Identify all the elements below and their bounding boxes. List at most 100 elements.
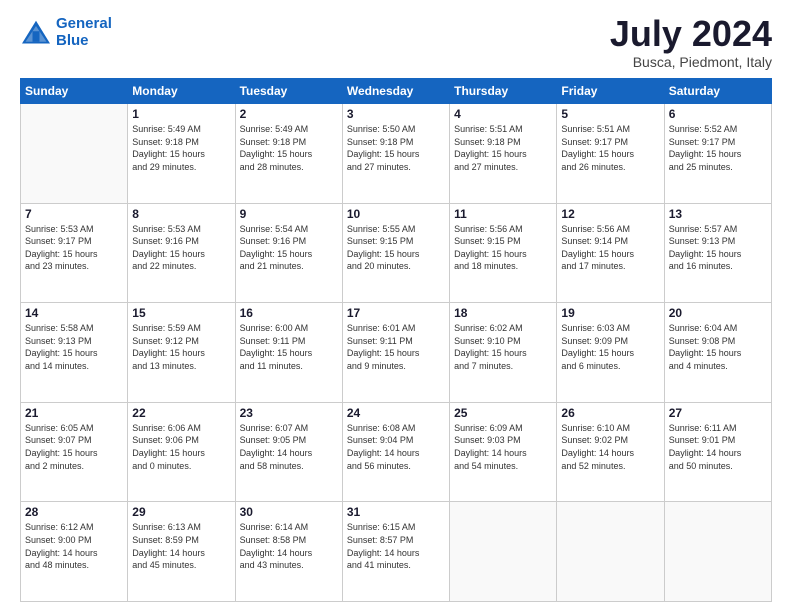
- day-header-thursday: Thursday: [450, 79, 557, 104]
- calendar-cell: 19Sunrise: 6:03 AM Sunset: 9:09 PM Dayli…: [557, 303, 664, 403]
- calendar-cell: 6 Sunrise: 5:52 AM Sunset: 9:17 PM Daylig…: [664, 104, 771, 204]
- calendar-cell: [450, 502, 557, 602]
- location: Busca, Piedmont, Italy: [610, 54, 772, 70]
- day-header-tuesday: Tuesday: [235, 79, 342, 104]
- logo-icon: [20, 19, 52, 47]
- calendar-cell: 1 Sunrise: 5:49 AM Sunset: 9:18 PM Daylig…: [128, 104, 235, 204]
- day-number: 22: [132, 406, 230, 420]
- day-number: 19: [561, 306, 659, 320]
- day-number: 20: [669, 306, 767, 320]
- day-number: 25: [454, 406, 552, 420]
- calendar-cell: 24 Sunrise: 6:08 AM Sunset: 9:04 PM Dayli…: [342, 402, 449, 502]
- day-number: 27: [669, 406, 767, 420]
- calendar-cell: 12 Sunrise: 5:56 AM Sunset: 9:14 PM Dayli…: [557, 203, 664, 303]
- title-block: July 2024 Busca, Piedmont, Italy: [610, 16, 772, 70]
- cell-info: Sunrise: 5:54 AM Sunset: 9:16 PM Dayligh…: [240, 223, 338, 273]
- calendar-cell: 28 Sunrise: 6:12 AM Sunset: 9:00 PM Dayli…: [21, 502, 128, 602]
- cell-info: Sunrise: 5:56 AM Sunset: 9:14 PM Dayligh…: [561, 223, 659, 273]
- calendar-cell: [557, 502, 664, 602]
- calendar-cell: 3Sunrise: 5:50 AM Sunset: 9:18 PM Daylig…: [342, 104, 449, 204]
- cell-info: Sunrise: 6:01 AM Sunset: 9:11 PM Dayligh…: [347, 322, 445, 372]
- cell-info: Sunrise: 5:55 AM Sunset: 9:15 PM Dayligh…: [347, 223, 445, 273]
- cell-info: Sunrise: 5:59 AM Sunset: 9:12 PM Dayligh…: [132, 322, 230, 372]
- day-header-monday: Monday: [128, 79, 235, 104]
- calendar-cell: 8 Sunrise: 5:53 AM Sunset: 9:16 PM Daylig…: [128, 203, 235, 303]
- day-number: 23: [240, 406, 338, 420]
- cell-info: Sunrise: 5:53 AM Sunset: 9:17 PM Dayligh…: [25, 223, 123, 273]
- calendar-week-row: 14Sunrise: 5:58 AM Sunset: 9:13 PM Dayli…: [21, 303, 772, 403]
- logo-line1: General: [56, 15, 112, 32]
- calendar-week-row: 7 Sunrise: 5:53 AM Sunset: 9:17 PM Daylig…: [21, 203, 772, 303]
- calendar-cell: 2Sunrise: 5:49 AM Sunset: 9:18 PM Daylig…: [235, 104, 342, 204]
- day-number: 15: [132, 306, 230, 320]
- logo: General Blue: [20, 16, 112, 49]
- day-number: 7: [25, 207, 123, 221]
- day-number: 8: [132, 207, 230, 221]
- calendar-cell: 25 Sunrise: 6:09 AM Sunset: 9:03 PM Dayli…: [450, 402, 557, 502]
- calendar-week-row: 21Sunrise: 6:05 AM Sunset: 9:07 PM Dayli…: [21, 402, 772, 502]
- day-number: 13: [669, 207, 767, 221]
- calendar-cell: 20 Sunrise: 6:04 AM Sunset: 9:08 PM Dayli…: [664, 303, 771, 403]
- day-number: 11: [454, 207, 552, 221]
- day-number: 4: [454, 107, 552, 121]
- calendar-cell: 21Sunrise: 6:05 AM Sunset: 9:07 PM Dayli…: [21, 402, 128, 502]
- cell-info: Sunrise: 6:08 AM Sunset: 9:04 PM Dayligh…: [347, 422, 445, 472]
- calendar-week-row: 1 Sunrise: 5:49 AM Sunset: 9:18 PM Daylig…: [21, 104, 772, 204]
- calendar-cell: 10 Sunrise: 5:55 AM Sunset: 9:15 PM Dayli…: [342, 203, 449, 303]
- calendar-cell: 9 Sunrise: 5:54 AM Sunset: 9:16 PM Daylig…: [235, 203, 342, 303]
- calendar-cell: 23 Sunrise: 6:07 AM Sunset: 9:05 PM Dayli…: [235, 402, 342, 502]
- calendar-week-row: 28 Sunrise: 6:12 AM Sunset: 9:00 PM Dayli…: [21, 502, 772, 602]
- header: General Blue July 2024 Busca, Piedmont, …: [20, 16, 772, 70]
- day-number: 28: [25, 505, 123, 519]
- calendar-cell: 16Sunrise: 6:00 AM Sunset: 9:11 PM Dayli…: [235, 303, 342, 403]
- day-number: 5: [561, 107, 659, 121]
- cell-info: Sunrise: 5:49 AM Sunset: 9:18 PM Dayligh…: [132, 123, 230, 173]
- cell-info: Sunrise: 6:15 AM Sunset: 8:57 PM Dayligh…: [347, 521, 445, 571]
- page: General Blue July 2024 Busca, Piedmont, …: [0, 0, 792, 612]
- day-number: 2: [240, 107, 338, 121]
- day-number: 17: [347, 306, 445, 320]
- logo-line2: Blue: [56, 32, 89, 49]
- cell-info: Sunrise: 6:12 AM Sunset: 9:00 PM Dayligh…: [25, 521, 123, 571]
- cell-info: Sunrise: 5:58 AM Sunset: 9:13 PM Dayligh…: [25, 322, 123, 372]
- calendar-cell: 7 Sunrise: 5:53 AM Sunset: 9:17 PM Daylig…: [21, 203, 128, 303]
- calendar-cell: 4 Sunrise: 5:51 AM Sunset: 9:18 PM Daylig…: [450, 104, 557, 204]
- day-header-saturday: Saturday: [664, 79, 771, 104]
- cell-info: Sunrise: 5:53 AM Sunset: 9:16 PM Dayligh…: [132, 223, 230, 273]
- cell-info: Sunrise: 5:57 AM Sunset: 9:13 PM Dayligh…: [669, 223, 767, 273]
- day-header-sunday: Sunday: [21, 79, 128, 104]
- calendar-cell: 29Sunrise: 6:13 AM Sunset: 8:59 PM Dayli…: [128, 502, 235, 602]
- cell-info: Sunrise: 6:10 AM Sunset: 9:02 PM Dayligh…: [561, 422, 659, 472]
- calendar-table: SundayMondayTuesdayWednesdayThursdayFrid…: [20, 78, 772, 602]
- calendar-header-row: SundayMondayTuesdayWednesdayThursdayFrid…: [21, 79, 772, 104]
- day-number: 9: [240, 207, 338, 221]
- cell-info: Sunrise: 5:52 AM Sunset: 9:17 PM Dayligh…: [669, 123, 767, 173]
- calendar-cell: [664, 502, 771, 602]
- day-number: 10: [347, 207, 445, 221]
- calendar-cell: 18Sunrise: 6:02 AM Sunset: 9:10 PM Dayli…: [450, 303, 557, 403]
- day-number: 12: [561, 207, 659, 221]
- cell-info: Sunrise: 6:14 AM Sunset: 8:58 PM Dayligh…: [240, 521, 338, 571]
- day-number: 16: [240, 306, 338, 320]
- day-number: 6: [669, 107, 767, 121]
- cell-info: Sunrise: 6:11 AM Sunset: 9:01 PM Dayligh…: [669, 422, 767, 472]
- calendar-cell: 17 Sunrise: 6:01 AM Sunset: 9:11 PM Dayli…: [342, 303, 449, 403]
- cell-info: Sunrise: 5:50 AM Sunset: 9:18 PM Dayligh…: [347, 123, 445, 173]
- cell-info: Sunrise: 6:09 AM Sunset: 9:03 PM Dayligh…: [454, 422, 552, 472]
- month-year: July 2024: [610, 16, 772, 52]
- cell-info: Sunrise: 5:51 AM Sunset: 9:18 PM Dayligh…: [454, 123, 552, 173]
- calendar-cell: 27 Sunrise: 6:11 AM Sunset: 9:01 PM Dayli…: [664, 402, 771, 502]
- day-number: 18: [454, 306, 552, 320]
- logo-text: General Blue: [56, 16, 112, 49]
- cell-info: Sunrise: 6:07 AM Sunset: 9:05 PM Dayligh…: [240, 422, 338, 472]
- calendar-cell: 30 Sunrise: 6:14 AM Sunset: 8:58 PM Dayli…: [235, 502, 342, 602]
- calendar-cell: 14Sunrise: 5:58 AM Sunset: 9:13 PM Dayli…: [21, 303, 128, 403]
- day-header-friday: Friday: [557, 79, 664, 104]
- cell-info: Sunrise: 6:04 AM Sunset: 9:08 PM Dayligh…: [669, 322, 767, 372]
- day-number: 30: [240, 505, 338, 519]
- day-number: 26: [561, 406, 659, 420]
- day-number: 1: [132, 107, 230, 121]
- day-number: 24: [347, 406, 445, 420]
- calendar-cell: 5Sunrise: 5:51 AM Sunset: 9:17 PM Daylig…: [557, 104, 664, 204]
- day-number: 29: [132, 505, 230, 519]
